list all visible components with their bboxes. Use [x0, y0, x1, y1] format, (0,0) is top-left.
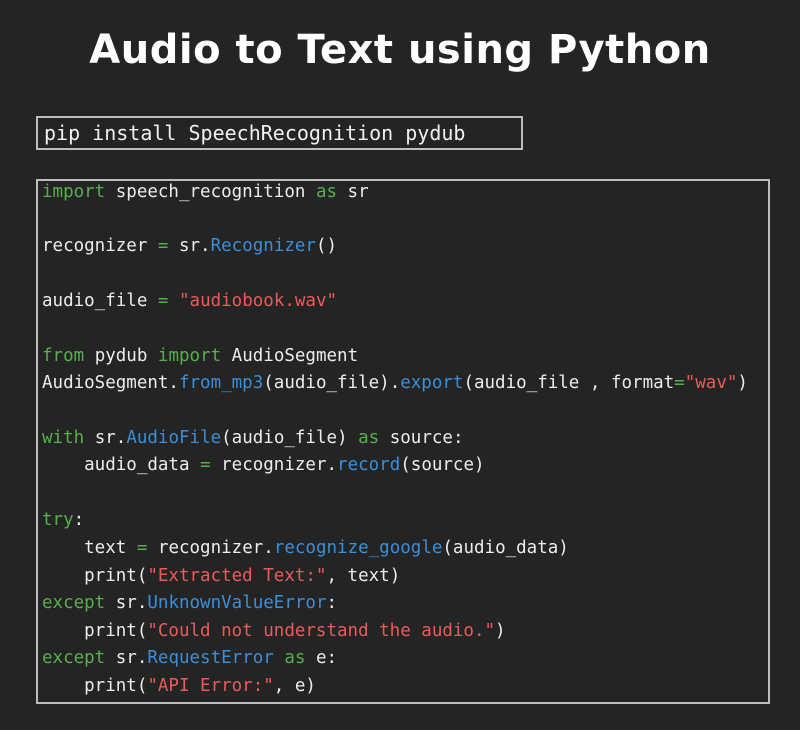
code-text: AudioSegment	[221, 346, 359, 366]
code-text: recognizer.	[147, 538, 274, 558]
code-function: Recognizer	[210, 236, 316, 256]
code-string: "wav"	[684, 373, 738, 393]
code-line-14: print("API Error:", e)	[42, 673, 316, 699]
code-block: import speech_recognition as sr recogniz…	[36, 179, 770, 704]
code-function: AudioFile	[126, 428, 222, 448]
code-keyword: as	[358, 428, 380, 448]
code-function: recognize_google	[273, 538, 443, 558]
code-operator: =	[200, 455, 211, 475]
code-text: sr.	[84, 428, 127, 448]
code-function: RequestError	[147, 648, 274, 668]
code-text: )	[495, 621, 506, 641]
install-command-box: pip install SpeechRecognition pydub	[36, 116, 523, 150]
code-text: , e)	[273, 676, 316, 696]
page-title: Audio to Text using Python	[89, 27, 711, 73]
code-text: print(	[42, 566, 148, 586]
code-text: source:	[379, 428, 464, 448]
code-string: "audiobook.wav"	[179, 291, 338, 311]
code-line-13: except sr.RequestError as e:	[42, 645, 337, 671]
code-text: ()	[315, 236, 338, 256]
code-text: audio_data	[42, 455, 201, 475]
code-string: "Could not understand the audio."	[147, 621, 496, 641]
code-text: , text)	[326, 566, 401, 586]
code-keyword: except	[42, 593, 106, 613]
code-text: AudioSegment.	[42, 373, 179, 393]
code-keyword: except	[42, 648, 106, 668]
code-function: record	[337, 455, 401, 475]
code-line-7: audio_data = recognizer.record(source)	[42, 452, 485, 478]
code-text: print(	[42, 676, 148, 696]
code-function: from_mp3	[178, 373, 264, 393]
code-text: sr	[337, 182, 369, 202]
code-text: text	[42, 538, 137, 558]
code-line-3: audio_file = "audiobook.wav"	[42, 288, 337, 314]
code-text: (audio_data)	[442, 538, 569, 558]
code-line-12: print("Could not understand the audio.")	[42, 618, 506, 644]
code-text: :	[326, 593, 338, 613]
code-line-2: recognizer = sr.Recognizer()	[42, 233, 337, 259]
code-text: e:	[305, 648, 338, 668]
code-keyword: as	[284, 648, 306, 668]
code-keyword: from	[42, 346, 85, 366]
code-operator: =	[157, 236, 169, 256]
code-line-10: print("Extracted Text:", text)	[42, 563, 400, 589]
code-line-4: from pydub import AudioSegment	[42, 343, 358, 369]
code-text: print(	[42, 621, 148, 641]
code-line-9: text = recognizer.recognize_google(audio…	[42, 535, 569, 561]
code-text: )	[737, 373, 748, 393]
code-text: :	[73, 510, 85, 530]
code-line-6: with sr.AudioFile(audio_file) as source:	[42, 425, 463, 451]
code-line-11: except sr.UnknownValueError:	[42, 590, 337, 616]
code-text: (source)	[400, 455, 485, 475]
code-text: audio_file	[42, 291, 158, 311]
code-string: "API Error:"	[147, 676, 274, 696]
code-text: (audio_file).	[263, 373, 401, 393]
code-keyword: import	[42, 182, 106, 202]
code-text: recognizer	[42, 236, 158, 256]
code-operator: =	[157, 291, 169, 311]
code-keyword: with	[42, 428, 85, 448]
code-operator: =	[136, 538, 148, 558]
code-text: sr.	[105, 648, 148, 668]
code-operator: =	[674, 373, 685, 393]
code-text: recognizer.	[210, 455, 338, 475]
code-keyword: try	[42, 510, 74, 530]
code-text: (audio_file)	[221, 428, 359, 448]
code-function: export	[400, 373, 464, 393]
code-text: sr.	[168, 236, 211, 256]
code-string: "Extracted Text:"	[147, 566, 327, 586]
code-text: pydub	[84, 346, 158, 366]
code-keyword: as	[315, 182, 338, 202]
code-line-8: try:	[42, 507, 84, 533]
code-text: sr.	[105, 593, 148, 613]
code-text: speech_recognition	[105, 182, 316, 202]
code-function: UnknownValueError	[147, 593, 327, 613]
code-line-1: import speech_recognition as sr	[42, 181, 369, 205]
code-line-5: AudioSegment.from_mp3(audio_file).export…	[42, 370, 748, 396]
code-text: (audio_file , format	[463, 373, 675, 393]
code-keyword: import	[157, 346, 222, 366]
